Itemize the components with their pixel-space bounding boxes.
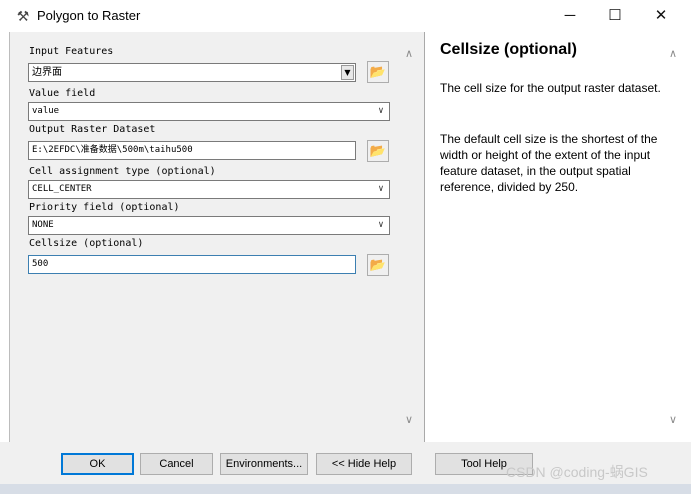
- browse-output-raster-button[interactable]: 📂: [367, 140, 389, 162]
- input-features-label: Input Features: [29, 46, 114, 57]
- chevron-down-icon[interactable]: ∨: [373, 181, 389, 198]
- input-features-value: 边界面: [32, 67, 62, 78]
- scroll-up-icon[interactable]: ∧: [666, 47, 680, 60]
- value-field-label: Value field: [29, 88, 96, 99]
- cell-assignment-label: Cell assignment type (optional): [29, 166, 216, 177]
- title-bar: ⚒ Polygon to Raster ─ ☐ ✕: [0, 0, 691, 31]
- scroll-down-icon[interactable]: ∨: [402, 413, 416, 426]
- priority-field-value: NONE: [32, 220, 54, 230]
- environments-button[interactable]: Environments...: [220, 453, 308, 475]
- value-field-value: value: [32, 106, 60, 116]
- output-raster-value: E:\2EFDC\准备数据\500m\taihu500: [32, 145, 193, 155]
- scroll-down-icon[interactable]: ∨: [666, 413, 680, 426]
- hide-help-button[interactable]: << Hide Help: [316, 453, 412, 475]
- cell-assignment-value: CELL_CENTER: [32, 184, 92, 194]
- minimize-button[interactable]: ─: [547, 0, 593, 31]
- folder-open-icon: 📂: [369, 143, 387, 158]
- output-raster-input[interactable]: E:\2EFDC\准备数据\500m\taihu500: [28, 141, 356, 160]
- output-raster-label: Output Raster Dataset: [29, 124, 156, 135]
- cellsize-input[interactable]: 500: [28, 255, 356, 274]
- chevron-down-icon[interactable]: ∨: [373, 103, 389, 120]
- folder-open-icon: 📂: [369, 64, 387, 79]
- folder-open-icon: 📂: [369, 257, 387, 272]
- priority-field-select[interactable]: NONE ∨: [28, 216, 390, 235]
- scroll-up-icon[interactable]: ∧: [402, 47, 416, 60]
- close-button[interactable]: ✕: [638, 0, 684, 31]
- window-title: Polygon to Raster: [37, 8, 141, 23]
- help-title: Cellsize (optional): [440, 41, 577, 58]
- cellsize-label: Cellsize (optional): [29, 238, 144, 249]
- input-features-combobox[interactable]: 边界面 ▼: [28, 63, 356, 82]
- watermark: CSDN @coding-蜗GIS: [506, 464, 648, 480]
- browse-input-features-button[interactable]: 📂: [367, 61, 389, 83]
- cellsize-value: 500: [32, 259, 49, 269]
- cancel-button[interactable]: Cancel: [140, 453, 213, 475]
- browse-cellsize-button[interactable]: 📂: [367, 254, 389, 276]
- hammer-icon: ⚒: [16, 8, 30, 24]
- value-field-select[interactable]: value ∨: [28, 102, 390, 121]
- help-paragraph: The cell size for the output raster data…: [440, 81, 661, 95]
- maximize-button[interactable]: ☐: [592, 0, 638, 31]
- chevron-down-icon[interactable]: ▼: [341, 65, 354, 80]
- priority-field-label: Priority field (optional): [29, 202, 180, 213]
- background-map-strip: [0, 484, 691, 494]
- ok-button[interactable]: OK: [61, 453, 134, 475]
- chevron-down-icon[interactable]: ∨: [373, 217, 389, 234]
- cell-assignment-select[interactable]: CELL_CENTER ∨: [28, 180, 390, 199]
- help-paragraph: The default cell size is the shortest of…: [440, 132, 658, 194]
